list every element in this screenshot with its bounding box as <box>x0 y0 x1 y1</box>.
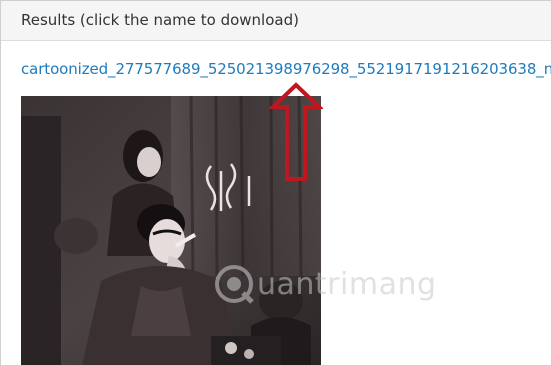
watermark-logo-icon <box>215 265 254 304</box>
annotation-arrow <box>268 81 324 185</box>
results-panel: Results (click the name to download) car… <box>0 0 552 366</box>
download-file-link[interactable]: cartoonized_277577689_525021398976298_55… <box>21 60 551 78</box>
up-arrow-icon <box>268 82 324 181</box>
panel-header-text: Results (click the name to download) <box>21 11 299 29</box>
watermark-text: uantrimang <box>257 266 437 302</box>
panel-header: Results (click the name to download) <box>1 1 551 41</box>
watermark: uantrimang <box>213 263 437 305</box>
